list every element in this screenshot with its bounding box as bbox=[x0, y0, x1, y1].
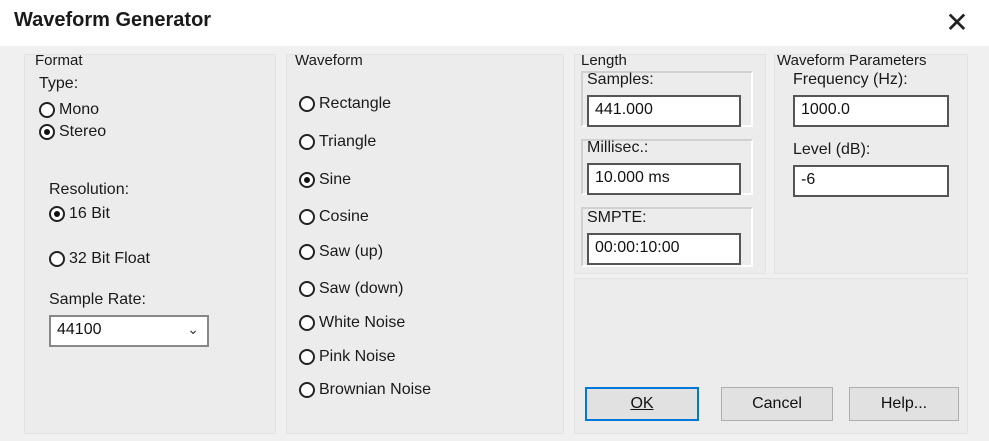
frequency-label: Frequency (Hz): bbox=[793, 71, 908, 88]
radio-white-noise[interactable]: White Noise bbox=[299, 314, 405, 332]
waveform-parameters-group: Waveform Parameters Frequency (Hz): 1000… bbox=[774, 52, 968, 274]
radio-brownian-noise-label: Brownian Noise bbox=[319, 381, 432, 398]
radio-pink-noise-label: Pink Noise bbox=[319, 348, 396, 365]
radio-cosine[interactable]: Cosine bbox=[299, 208, 369, 226]
waveform-group: Waveform Rectangle Triangle Sine Cosine … bbox=[286, 52, 564, 434]
cancel-button-label: Cancel bbox=[752, 395, 802, 412]
radio-saw-down-label: Saw (down) bbox=[319, 280, 404, 297]
radio-white-noise-indicator bbox=[299, 315, 315, 331]
title-bar: Waveform Generator ✕ bbox=[0, 0, 989, 46]
radio-32-bit-float-indicator bbox=[49, 251, 65, 267]
radio-saw-down-indicator bbox=[299, 281, 315, 297]
waveform-group-title: Waveform bbox=[295, 52, 363, 69]
smpte-label: SMPTE: bbox=[587, 209, 647, 226]
format-group-title: Format bbox=[35, 52, 83, 69]
sample-rate-select[interactable]: 44100 ⌄ bbox=[49, 315, 209, 347]
level-input[interactable]: -6 bbox=[793, 165, 949, 197]
sample-rate-value: 44100 bbox=[57, 321, 102, 338]
radio-16-bit-indicator bbox=[49, 206, 65, 222]
radio-32-bit-float[interactable]: 32 Bit Float bbox=[49, 250, 150, 268]
radio-sine-label: Sine bbox=[319, 171, 352, 188]
radio-sine-indicator bbox=[299, 172, 315, 188]
radio-saw-down[interactable]: Saw (down) bbox=[299, 280, 403, 298]
radio-white-noise-label: White Noise bbox=[319, 314, 406, 331]
radio-stereo-indicator bbox=[39, 124, 55, 140]
radio-32-bit-float-label: 32 Bit Float bbox=[69, 250, 150, 267]
frequency-input[interactable]: 1000.0 bbox=[793, 95, 949, 127]
close-icon[interactable]: ✕ bbox=[939, 6, 975, 40]
waveform-parameters-title: Waveform Parameters bbox=[777, 52, 927, 69]
help-button[interactable]: Help... bbox=[849, 387, 959, 421]
radio-mono[interactable]: Mono bbox=[39, 101, 99, 119]
cancel-button[interactable]: Cancel bbox=[721, 387, 833, 421]
ok-button-label: OK bbox=[630, 395, 654, 412]
radio-mono-label: Mono bbox=[59, 101, 100, 118]
radio-rectangle-indicator bbox=[299, 96, 315, 112]
radio-pink-noise[interactable]: Pink Noise bbox=[299, 348, 395, 366]
millisec-label: Millisec.: bbox=[587, 139, 649, 156]
radio-brownian-noise-indicator bbox=[299, 382, 315, 398]
waveform-generator-dialog: Waveform Generator ✕ Format Type: Mono S… bbox=[0, 0, 989, 441]
radio-16-bit-label: 16 Bit bbox=[69, 205, 110, 222]
radio-saw-up-indicator bbox=[299, 244, 315, 260]
smpte-input[interactable]: 00:00:10:00 bbox=[587, 233, 741, 265]
radio-stereo[interactable]: Stereo bbox=[39, 123, 106, 141]
radio-saw-up[interactable]: Saw (up) bbox=[299, 243, 383, 261]
length-group-title: Length bbox=[581, 52, 627, 69]
type-label: Type: bbox=[39, 75, 79, 92]
chevron-down-icon: ⌄ bbox=[187, 321, 199, 337]
radio-cosine-indicator bbox=[299, 209, 315, 225]
help-button-label: Help... bbox=[880, 395, 928, 412]
format-group: Format Type: Mono Stereo Resolution: 16 … bbox=[24, 52, 276, 434]
radio-pink-noise-indicator bbox=[299, 349, 315, 365]
window-title: Waveform Generator bbox=[14, 9, 212, 31]
radio-sine[interactable]: Sine bbox=[299, 171, 351, 189]
radio-brownian-noise[interactable]: Brownian Noise bbox=[299, 381, 431, 399]
samples-input[interactable]: 441.000 bbox=[587, 95, 741, 127]
radio-rectangle[interactable]: Rectangle bbox=[299, 95, 391, 113]
radio-mono-indicator bbox=[39, 102, 55, 118]
radio-cosine-label: Cosine bbox=[319, 208, 369, 225]
radio-saw-up-label: Saw (up) bbox=[319, 243, 384, 260]
samples-label: Samples: bbox=[587, 71, 654, 88]
radio-triangle-indicator bbox=[299, 134, 315, 150]
button-area: OK Cancel Help... bbox=[574, 278, 968, 434]
millisec-input[interactable]: 10.000 ms bbox=[587, 163, 741, 195]
radio-triangle[interactable]: Triangle bbox=[299, 133, 376, 151]
level-label: Level (dB): bbox=[793, 141, 871, 158]
radio-stereo-label: Stereo bbox=[59, 123, 107, 140]
radio-triangle-label: Triangle bbox=[319, 133, 377, 150]
dialog-body: Format Type: Mono Stereo Resolution: 16 … bbox=[14, 46, 977, 436]
sample-rate-label: Sample Rate: bbox=[49, 291, 146, 308]
ok-button[interactable]: OK bbox=[585, 387, 699, 421]
length-group: Length Samples: 441.000 Millisec.: 10.00… bbox=[574, 52, 766, 274]
radio-rectangle-label: Rectangle bbox=[319, 95, 392, 112]
radio-16-bit[interactable]: 16 Bit bbox=[49, 205, 110, 223]
resolution-label: Resolution: bbox=[49, 181, 130, 198]
